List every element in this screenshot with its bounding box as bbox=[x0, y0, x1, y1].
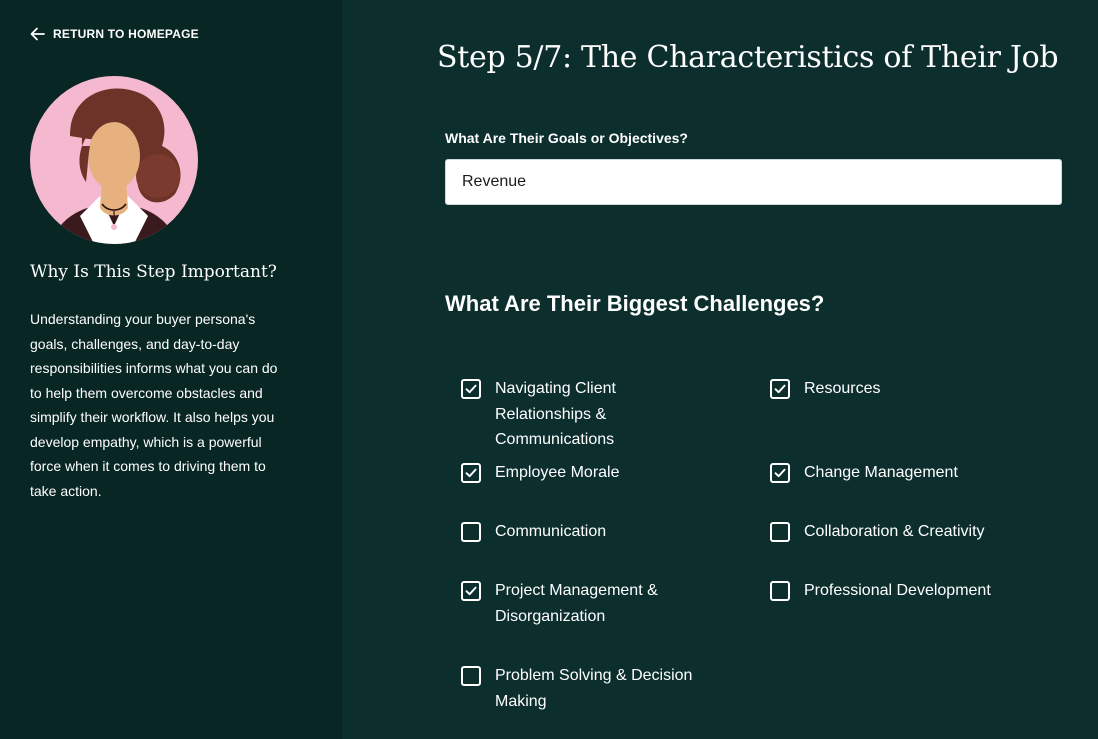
sidebar: RETURN TO HOMEPAGE Why Is This Step Impo… bbox=[0, 0, 342, 739]
checkmark-icon bbox=[465, 384, 477, 394]
return-to-homepage-link[interactable]: RETURN TO HOMEPAGE bbox=[30, 27, 199, 41]
challenge-option-label: Resources bbox=[804, 380, 881, 397]
return-link-label: RETURN TO HOMEPAGE bbox=[53, 27, 199, 41]
why-important-description: Understanding your buyer persona's goals… bbox=[30, 311, 278, 499]
challenge-option[interactable]: Employee Morale bbox=[461, 460, 706, 486]
page: RETURN TO HOMEPAGE Why Is This Step Impo… bbox=[0, 0, 1098, 739]
checkbox-checked[interactable] bbox=[770, 379, 790, 399]
checkmark-icon bbox=[465, 586, 477, 596]
challenge-option[interactable]: Professional Development bbox=[770, 578, 1030, 604]
challenge-option[interactable]: Change Management bbox=[770, 460, 1030, 486]
challenge-option[interactable]: Problem Solving & Decision Making bbox=[461, 663, 706, 714]
checkbox-checked[interactable] bbox=[461, 463, 481, 483]
challenge-option[interactable]: Communication bbox=[461, 519, 706, 545]
checkbox-checked[interactable] bbox=[461, 379, 481, 399]
challenge-option[interactable]: Project Management & Disorganization bbox=[461, 578, 706, 629]
checkbox-unchecked[interactable] bbox=[770, 522, 790, 542]
challenge-option-label: Navigating Client Relationships & Commun… bbox=[495, 380, 616, 448]
checkmark-icon bbox=[774, 384, 786, 394]
challenge-option-label: Project Management & Disorganization bbox=[495, 582, 658, 625]
challenge-option[interactable]: Resources bbox=[770, 376, 1030, 402]
checkbox-unchecked[interactable] bbox=[461, 522, 481, 542]
arrow-left-icon bbox=[30, 27, 45, 41]
checkbox-checked[interactable] bbox=[770, 463, 790, 483]
challenge-option-label: Collaboration & Creativity bbox=[804, 523, 985, 540]
checkmark-icon bbox=[465, 468, 477, 478]
checkbox-checked[interactable] bbox=[461, 581, 481, 601]
main-content: Step 5/7: The Characteristics of Their J… bbox=[342, 0, 1098, 739]
goals-input[interactable] bbox=[445, 159, 1062, 205]
checkbox-unchecked[interactable] bbox=[770, 581, 790, 601]
challenge-option[interactable]: Collaboration & Creativity bbox=[770, 519, 1030, 545]
challenge-option[interactable]: Navigating Client Relationships & Commun… bbox=[461, 376, 706, 453]
goals-label: What Are Their Goals or Objectives? bbox=[445, 130, 688, 146]
challenges-heading: What Are Their Biggest Challenges? bbox=[445, 291, 825, 316]
challenge-option-label: Problem Solving & Decision Making bbox=[495, 667, 693, 710]
checkmark-icon bbox=[774, 468, 786, 478]
challenge-option-label: Change Management bbox=[804, 464, 958, 481]
challenge-option-label: Professional Development bbox=[804, 582, 991, 599]
step-title: Step 5/7: The Characteristics of Their J… bbox=[437, 40, 1059, 75]
challenge-option-label: Employee Morale bbox=[495, 464, 620, 481]
persona-avatar bbox=[30, 76, 198, 244]
checkbox-unchecked[interactable] bbox=[461, 666, 481, 686]
why-important-heading: Why Is This Step Important? bbox=[30, 262, 277, 282]
challenge-option-label: Communication bbox=[495, 523, 607, 540]
